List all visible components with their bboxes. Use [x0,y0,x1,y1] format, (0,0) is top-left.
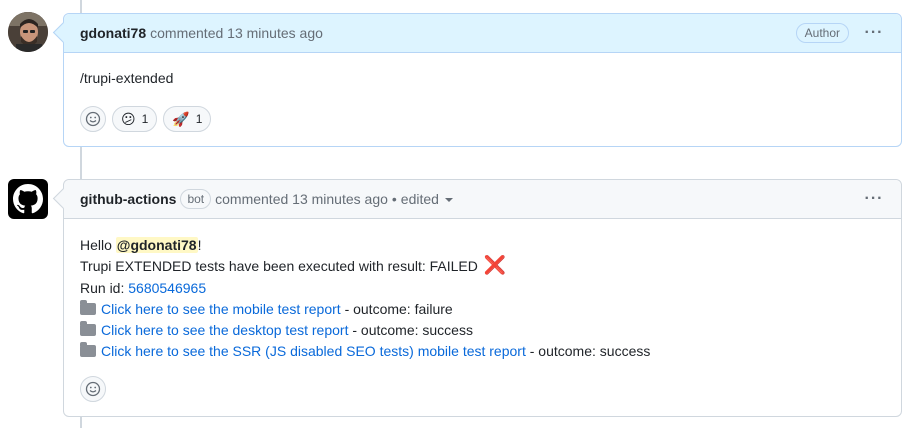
desktop-report-link[interactable]: Click here to see the desktop test repor… [101,322,348,338]
cross-mark-icon: ❌ [483,255,507,276]
avatar[interactable] [8,179,48,219]
report-line: Click here to see the desktop test repor… [80,320,650,341]
comment-author[interactable]: github-actions [80,191,176,207]
report-line: Click here to see the mobile test report… [80,299,650,320]
report-outcome: - outcome: success [529,343,651,360]
comment-card: gdonati78 commented 13 minutes ago Autho… [52,13,902,147]
more-options-icon[interactable]: ··· [863,24,885,42]
smiley-icon [85,111,101,127]
smiley-icon [85,381,101,397]
report-outcome: - outcome: failure [344,300,453,317]
timeline-line [80,417,82,428]
add-reaction-button[interactable] [80,376,106,402]
author-badge: Author [795,23,849,43]
run-id-label: Run id: [80,279,125,296]
reaction-rocket-button[interactable]: 🚀 1 [163,106,212,132]
avatar[interactable] [8,12,48,52]
github-logo-icon [13,184,43,214]
edited-label: edited [400,191,439,207]
run-id-line: Run id: 5680546965 [80,278,650,299]
folder-icon [80,342,96,358]
report-outcome: - outcome: success [352,322,473,339]
report-line: Click here to see the SSR (JS disabled S… [80,341,650,362]
folder-icon [80,321,96,337]
greeting-line: Hello @gdonati78! [80,235,650,256]
reaction-count: 1 [141,112,149,126]
comment-body: /trupi-extended [80,70,174,86]
reaction-confused-button[interactable]: 😕 1 [112,106,158,132]
reactions-bar [80,376,106,402]
comment-header: gdonati78 commented 13 minutes ago Autho… [64,14,901,53]
timeline-line [80,0,82,13]
comment-body: Hello @gdonati78! Trupi EXTENDED tests h… [80,235,650,363]
reaction-count: 1 [195,112,203,126]
result-text: Trupi EXTENDED tests have been executed … [80,258,478,275]
folder-icon [80,299,96,315]
comment-timestamp[interactable]: commented 13 minutes ago [215,191,388,207]
add-reaction-button[interactable] [80,106,106,132]
comment-timestamp[interactable]: commented 13 minutes ago [150,25,323,41]
edited-dropdown[interactable]: edited [401,191,453,207]
ssr-report-link[interactable]: Click here to see the SSR (JS disabled S… [101,343,526,359]
comment-author[interactable]: gdonati78 [80,25,146,41]
confused-emoji-icon: 😕 [121,111,136,127]
run-id-link[interactable]: 5680546965 [128,280,206,296]
chevron-down-icon [444,198,453,203]
greeting-suffix: ! [197,237,202,253]
user-mention[interactable]: @gdonati78 [115,237,198,253]
reactions-bar: 😕 1 🚀 1 [80,106,212,132]
comment-header: github-actions bot commented 13 minutes … [64,180,901,219]
meta-separator: • [391,191,397,207]
timeline-line [80,147,82,179]
greeting-text: Hello [80,237,112,253]
mobile-report-link[interactable]: Click here to see the mobile test report [101,301,341,317]
bot-badge: bot [180,189,212,209]
rocket-emoji-icon: 🚀 [172,111,190,127]
comment-card: github-actions bot commented 13 minutes … [52,179,902,417]
result-line: Trupi EXTENDED tests have been executed … [80,256,650,277]
more-options-icon[interactable]: ··· [863,190,885,208]
